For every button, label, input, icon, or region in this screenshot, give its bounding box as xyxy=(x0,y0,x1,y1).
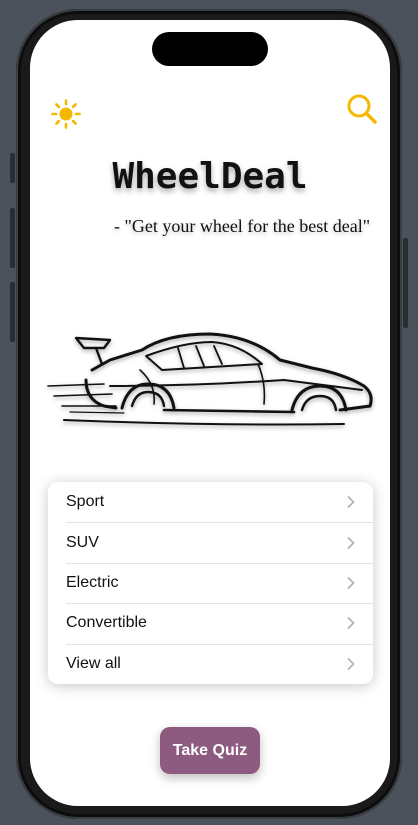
category-label: View all xyxy=(66,654,121,672)
category-item-sport[interactable]: Sport xyxy=(48,482,373,522)
app-screen: WheelDeal - "Get your wheel for the best… xyxy=(30,20,390,806)
category-label: Electric xyxy=(66,573,119,591)
search-button[interactable] xyxy=(345,92,379,126)
category-item-convertible[interactable]: Convertible xyxy=(48,603,373,643)
app-title: WheelDeal xyxy=(112,156,308,197)
category-item-electric[interactable]: Electric xyxy=(48,562,373,603)
sun-icon xyxy=(51,99,81,129)
category-list: Sport SUV Electric Convertible View all xyxy=(48,482,373,684)
device-background: WheelDeal - "Get your wheel for the best… xyxy=(0,0,418,825)
category-label: SUV xyxy=(66,533,99,551)
search-icon xyxy=(347,94,377,124)
category-label: Sport xyxy=(66,493,105,511)
category-item-view-all[interactable]: View all xyxy=(48,643,373,684)
chevron-right-icon xyxy=(347,617,355,630)
app-tagline: - "Get your wheel for the best deal" xyxy=(114,216,371,236)
dynamic-island xyxy=(152,32,268,66)
category-item-suv[interactable]: SUV xyxy=(48,522,373,562)
volume-up-button xyxy=(10,208,15,268)
chevron-right-icon xyxy=(347,577,355,589)
volume-down-button xyxy=(10,282,15,342)
mute-switch xyxy=(10,153,15,183)
theme-toggle-button[interactable] xyxy=(50,98,82,130)
power-button xyxy=(403,238,408,328)
chevron-right-icon xyxy=(347,657,355,670)
chevron-right-icon xyxy=(347,536,355,549)
chevron-right-icon xyxy=(347,496,355,509)
sports-car-illustration xyxy=(47,332,373,426)
take-quiz-button[interactable]: Take Quiz xyxy=(160,727,260,774)
category-label: Convertible xyxy=(66,614,147,632)
